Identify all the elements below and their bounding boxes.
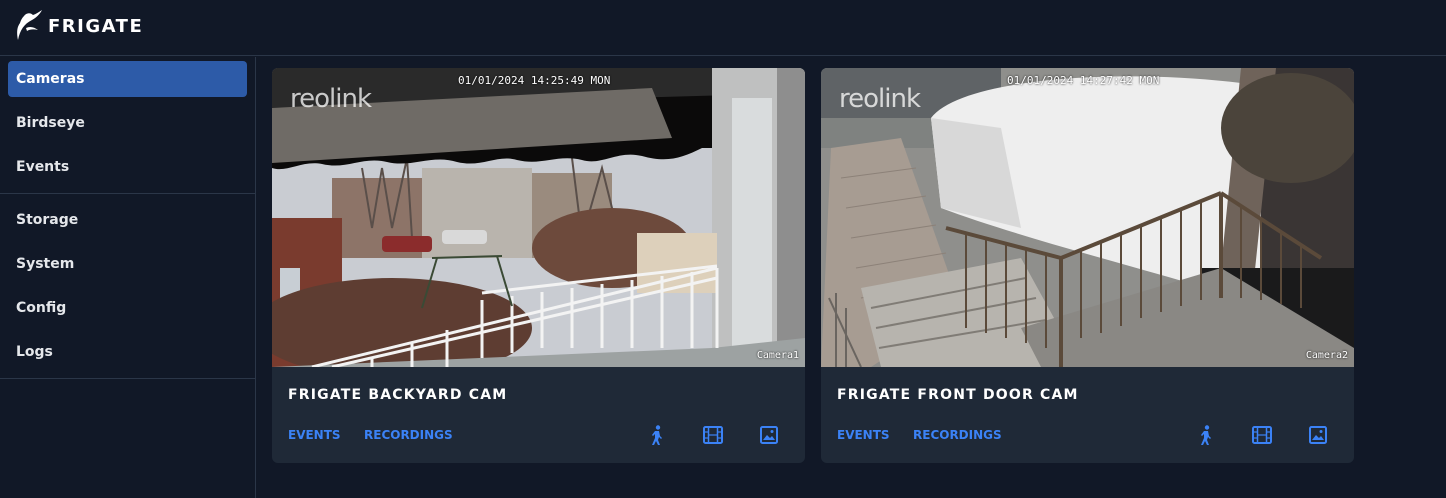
person-icon[interactable] [645,423,669,447]
camera-card-front-door: 01/01/2024 14:27:42 MON reolink Camera2 … [821,68,1354,463]
feed-camera-label: Camera2 [1305,350,1348,361]
camera-name: FRIGATE FRONT DOOR CAM [837,387,1079,403]
app-title: FRIGATE [48,16,144,37]
top-bar: FRIGATE [0,0,1446,56]
person-icon[interactable] [1194,423,1218,447]
reolink-watermark: reolink [839,84,921,114]
camera-feed-front-door[interactable]: 01/01/2024 14:27:42 MON reolink Camera2 [821,68,1354,367]
sidebar-item-events[interactable]: Events [8,149,247,185]
events-link[interactable]: EVENTS [288,428,341,442]
image-icon[interactable] [1306,423,1330,447]
film-icon[interactable] [701,423,725,447]
feed-timestamp: 01/01/2024 14:25:49 MON [458,74,611,87]
camera-card-backyard: 01/01/2024 14:25:49 MON reolink Camera1 … [272,68,805,463]
film-icon[interactable] [1250,423,1274,447]
sidebar-item-cameras[interactable]: Cameras [8,61,247,97]
events-link[interactable]: EVENTS [837,428,890,442]
camera-name: FRIGATE BACKYARD CAM [288,387,508,403]
sidebar-item-storage[interactable]: Storage [8,202,247,238]
sidebar-divider [0,193,256,194]
feed-timestamp: 01/01/2024 14:27:42 MON [1007,74,1160,87]
sidebar-item-logs[interactable]: Logs [8,334,247,370]
recordings-link[interactable]: RECORDINGS [364,428,453,442]
feed-camera-label: Camera1 [756,350,799,361]
sidebar-divider [0,378,256,379]
camera-feed-backyard[interactable]: 01/01/2024 14:25:49 MON reolink Camera1 [272,68,805,367]
reolink-watermark: reolink [290,84,372,114]
sidebar-item-birdseye[interactable]: Birdseye [8,105,247,141]
sidebar: Cameras Birdseye Events Storage System C… [0,57,256,498]
recordings-link[interactable]: RECORDINGS [913,428,1002,442]
image-icon[interactable] [757,423,781,447]
sidebar-item-config[interactable]: Config [8,290,247,326]
frigate-bird-logo-icon[interactable] [12,8,46,44]
sidebar-item-system[interactable]: System [8,246,247,282]
